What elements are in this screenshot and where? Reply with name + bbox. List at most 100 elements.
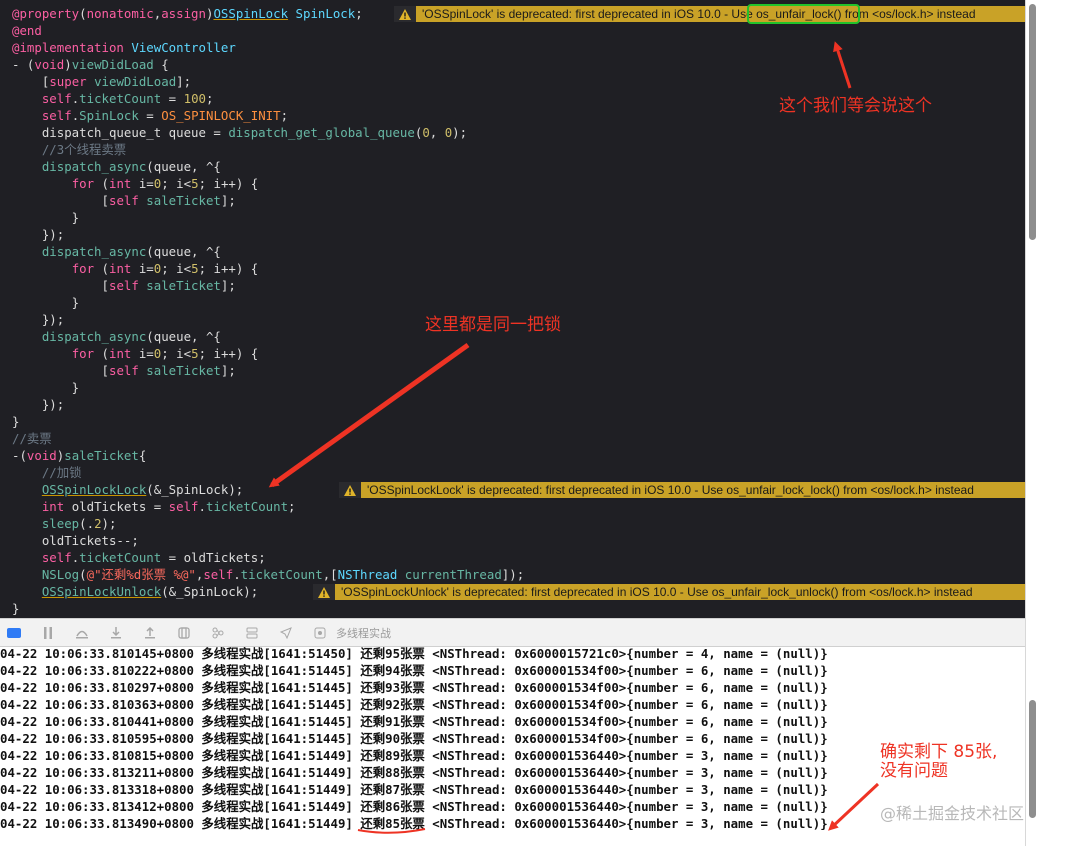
console-log-line: 04-22 10:06:33.810595+0800 多线程实战[1641:51… — [0, 731, 828, 746]
code-token: self — [41, 91, 72, 106]
code-token: ; i< — [161, 346, 192, 361]
code-token: int — [41, 499, 65, 514]
step-over-icon[interactable] — [72, 624, 92, 642]
code-token: OSSpinLockLock — [41, 482, 147, 497]
console-toggle-icon[interactable] — [4, 624, 24, 642]
code-token: NSLog — [41, 567, 80, 582]
code-line: //卖票 — [12, 430, 52, 447]
debug-console[interactable]: 04-22 10:06:33.810145+0800 多线程实战[1641:51… — [0, 647, 1025, 846]
code-token: NSThread — [337, 567, 398, 582]
code-line: @end — [12, 22, 42, 39]
code-line: [self saleTicket]; — [12, 192, 236, 209]
code-line: dispatch_async(queue, ^{ — [12, 328, 221, 345]
memory-graph-icon[interactable] — [208, 624, 228, 642]
code-line: OSSpinLockUnlock(&_SpinLock); — [12, 583, 258, 600]
pause-icon[interactable] — [38, 624, 58, 642]
location-icon[interactable] — [276, 624, 296, 642]
code-token: SpinLock — [295, 6, 356, 21]
code-token: (&_SpinLock); — [146, 482, 244, 497]
deprecation-warning[interactable]: 'OSSpinLock' is deprecated: first deprec… — [394, 6, 1025, 22]
code-line: dispatch_queue_t queue = dispatch_get_gl… — [12, 124, 467, 141]
editor-scrollbar-thumb[interactable] — [1029, 4, 1036, 240]
environment-icon[interactable] — [242, 624, 262, 642]
code-token: ); — [452, 125, 468, 140]
code-token: [ — [12, 74, 50, 89]
warning-text: 'OSSpinLockUnlock' is deprecated: first … — [341, 585, 973, 599]
code-token: ; i< — [161, 261, 192, 276]
code-line: }); — [12, 226, 64, 243]
code-token: } — [12, 295, 80, 310]
warning-text: 'OSSpinLockLock' is deprecated: first de… — [367, 483, 974, 497]
code-token: ticketCount — [240, 567, 323, 582]
code-token: ,[ — [322, 567, 338, 582]
code-token: , — [429, 125, 445, 140]
code-line: sleep(.2); — [12, 515, 117, 532]
code-line: } — [12, 209, 79, 226]
debug-toolbar: 多线程实战 — [0, 618, 1025, 647]
code-line: } — [12, 413, 19, 430]
code-token: SpinLock — [79, 108, 139, 123]
code-token: ]); — [501, 567, 525, 582]
code-line: [self saleTicket]; — [12, 362, 236, 379]
warning-icon — [394, 6, 416, 22]
code-line: -(void)saleTicket{ — [12, 447, 146, 464]
code-line: @implementation ViewController — [12, 39, 236, 56]
code-token: self — [41, 108, 72, 123]
code-token: dispatch_async — [41, 244, 147, 259]
annotation-middle: 这里都是同一把锁 — [425, 315, 561, 335]
code-token: ( — [94, 261, 109, 276]
view-hierarchy-icon[interactable] — [174, 624, 194, 642]
code-token: //3个线程卖票 — [12, 142, 127, 157]
code-token: OSSpinLock — [213, 6, 289, 21]
code-token: viewDidLoad — [71, 57, 154, 72]
code-token: ; — [355, 6, 363, 21]
code-token: . — [198, 499, 206, 514]
code-token: } — [12, 210, 80, 225]
code-line: for (int i=0; i<5; i++) { — [12, 260, 259, 277]
code-line: int oldTickets = self.ticketCount; — [12, 498, 296, 515]
code-token: ticketCount — [79, 550, 162, 565]
code-line: for (int i=0; i<5; i++) { — [12, 175, 259, 192]
code-line: self.ticketCount = oldTickets; — [12, 549, 266, 566]
code-token: = oldTickets; — [161, 550, 266, 565]
console-log-line: 04-22 10:06:33.810222+0800 多线程实战[1641:51… — [0, 663, 828, 678]
code-line: [self saleTicket]; — [12, 277, 236, 294]
console-scrollbar-thumb[interactable] — [1029, 700, 1036, 818]
code-token: ticketCount — [205, 499, 289, 514]
code-line: dispatch_async(queue, ^{ — [12, 158, 221, 175]
code-line: //加锁 — [12, 464, 82, 481]
code-token: 0 — [422, 125, 430, 140]
deprecation-warning[interactable]: 'OSSpinLockUnlock' is deprecated: first … — [313, 584, 1025, 600]
code-token: dispatch_queue_t queue = — [12, 125, 229, 140]
code-token: self — [108, 278, 139, 293]
step-in-icon[interactable] — [106, 624, 126, 642]
code-token: @implementation — [12, 40, 124, 55]
deprecation-warning[interactable]: 'OSSpinLockLock' is deprecated: first de… — [339, 482, 1025, 498]
code-token: ]; — [176, 74, 192, 89]
code-token: ; i++) { — [198, 176, 259, 191]
code-token: self — [168, 499, 199, 514]
code-token: i= — [131, 346, 154, 361]
code-token: OS_SPINLOCK_INIT — [161, 108, 281, 123]
code-line: NSLog(@"还剩%d张票 %@",self.ticketCount,[NST… — [12, 566, 524, 583]
warning-text: 'OSSpinLock' is deprecated: first deprec… — [422, 7, 976, 21]
console-log-line: 04-22 10:06:33.813490+0800 多线程实战[1641:51… — [0, 816, 828, 831]
code-token: void — [34, 57, 65, 72]
code-token: [ — [12, 363, 109, 378]
code-token: void — [26, 448, 57, 463]
watermark: @稀土掘金技术社区 — [880, 804, 1025, 823]
step-out-icon[interactable] — [140, 624, 160, 642]
code-token: assign — [161, 6, 206, 21]
code-line: self.SpinLock = OS_SPINLOCK_INIT; — [12, 107, 288, 124]
annotation-bottom-line2: 没有问题 — [880, 761, 948, 781]
code-line: dispatch_async(queue, ^{ — [12, 243, 221, 260]
